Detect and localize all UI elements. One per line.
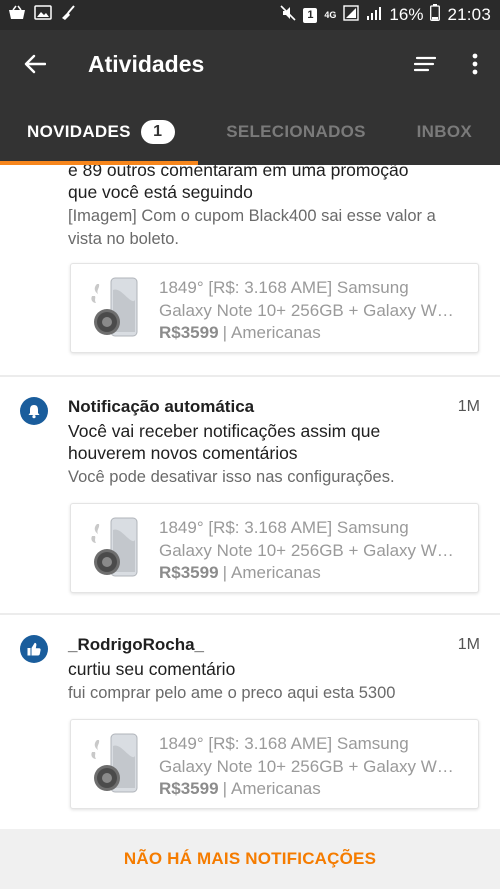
notification-time: 1M: [457, 398, 480, 415]
deal-price-row: R$3599 | Americanas: [159, 323, 321, 343]
message-line: e 89 outros comentaram em uma promoção: [68, 165, 409, 180]
deal-store: Americanas: [230, 563, 321, 582]
deal-price-row: R$3599 | Americanas: [159, 563, 321, 583]
image-notification-icon: [34, 5, 52, 25]
deal-card[interactable]: 1849° [R$: 3.168 AME] Samsung Galaxy Not…: [70, 263, 479, 353]
clock: 21:03: [447, 5, 491, 24]
notification-list[interactable]: e 89 outros comentaram em uma promoção q…: [0, 165, 500, 829]
deal-price: R$3599: [159, 779, 219, 798]
deal-price-row: R$3599 | Americanas: [159, 779, 321, 799]
notification-time: 1M: [457, 636, 480, 653]
page-title: Atividades: [88, 50, 205, 77]
tab-inbox[interactable]: INBOX: [394, 98, 500, 165]
comment-line: Você pode desativar isso nas configuraçõ…: [68, 468, 395, 486]
mute-icon: [280, 4, 296, 26]
basket-icon: [8, 5, 26, 26]
deal-title: 1849° [R$: 3.168 AME] Samsung Galaxy Not…: [159, 276, 471, 322]
notification-message: Você vai receber notificações assim que …: [68, 420, 483, 464]
footer: NÃO HÁ MAIS NOTIFICAÇÕES: [0, 829, 500, 889]
more-vert-icon: [472, 53, 478, 75]
notification-item[interactable]: Notificação automática 1M Você vai receb…: [0, 377, 500, 613]
back-arrow-icon: [24, 54, 46, 74]
deal-title-line: 1849° [R$: 3.168 AME] Samsung: [159, 518, 409, 537]
separator: |: [222, 323, 227, 342]
back-button[interactable]: [0, 30, 70, 98]
tab-bar: NOVIDADES 1 SELECIONADOS INBOX: [0, 98, 500, 165]
more-options-button[interactable]: [450, 30, 500, 98]
deal-store: Americanas: [230, 779, 321, 798]
separator: |: [222, 779, 227, 798]
network-type: 4G: [324, 9, 337, 20]
thumbs-up-icon: [20, 635, 48, 663]
comment-line: [Imagem] Com o cupom Black400 sai esse v…: [68, 207, 436, 225]
notification-comment: Você pode desativar isso nas configuraçõ…: [68, 466, 488, 489]
battery-percent: 16%: [389, 5, 424, 24]
notification-item[interactable]: _RodrigoRocha_ 1M curtiu seu comentário …: [0, 615, 500, 829]
tab-selecionados[interactable]: SELECIONADOS: [198, 98, 394, 165]
filter-button[interactable]: [400, 30, 450, 98]
wifi-icon: [343, 4, 360, 26]
tab-badge: 1: [140, 119, 175, 144]
broom-icon: [60, 4, 76, 26]
status-bar: 1 4G 16% 21:03: [0, 0, 500, 30]
deal-title-line: Galaxy Note 10+ 256GB + Galaxy W…: [159, 301, 454, 320]
message-line: Você vai receber notificações assim que: [68, 421, 381, 441]
no-more-notifications-button[interactable]: NÃO HÁ MAIS NOTIFICAÇÕES: [124, 849, 376, 869]
notification-item[interactable]: e 89 outros comentaram em uma promoção q…: [0, 165, 500, 376]
app-bar: Atividades: [0, 30, 500, 98]
notification-comment: fui comprar pelo ame o preco aqui esta 5…: [68, 682, 488, 705]
product-thumbnail: [87, 276, 143, 340]
tab-label: INBOX: [416, 121, 472, 141]
product-thumbnail: [87, 732, 143, 796]
notification-title: Notificação automática: [68, 397, 255, 416]
tab-label: NOVIDADES: [27, 121, 131, 141]
deal-card[interactable]: 1849° [R$: 3.168 AME] Samsung Galaxy Not…: [70, 503, 479, 593]
comment-line: fui comprar pelo ame o preco aqui esta 5…: [68, 684, 396, 702]
deal-price: R$3599: [159, 323, 219, 342]
notification-message: curtiu seu comentário: [68, 658, 483, 680]
filter-icon: [414, 56, 436, 72]
comment-line: vista no boleto.: [68, 230, 179, 248]
message-line: curtiu seu comentário: [68, 659, 236, 679]
product-thumbnail: [87, 516, 143, 580]
deal-card[interactable]: 1849° [R$: 3.168 AME] Samsung Galaxy Not…: [70, 719, 479, 809]
deal-store: Americanas: [230, 323, 321, 342]
notification-count-icon: 1: [303, 7, 318, 23]
deal-title: 1849° [R$: 3.168 AME] Samsung Galaxy Not…: [159, 732, 471, 778]
notification-title[interactable]: _RodrigoRocha_: [68, 635, 204, 655]
bell-icon: [20, 397, 48, 425]
tab-novidades[interactable]: NOVIDADES 1: [0, 98, 198, 165]
signal-icon: [366, 5, 382, 26]
notification-message: e 89 outros comentaram em uma promoção q…: [68, 165, 483, 203]
deal-title-line: Galaxy Note 10+ 256GB + Galaxy W…: [159, 541, 454, 560]
deal-title-line: 1849° [R$: 3.168 AME] Samsung: [159, 278, 409, 297]
message-line: houverem novos comentários: [68, 443, 298, 463]
deal-title-line: 1849° [R$: 3.168 AME] Samsung: [159, 734, 409, 753]
deal-title: 1849° [R$: 3.168 AME] Samsung Galaxy Not…: [159, 516, 471, 562]
separator: |: [222, 563, 227, 582]
deal-title-line: Galaxy Note 10+ 256GB + Galaxy W…: [159, 757, 454, 776]
message-line: que você está seguindo: [68, 182, 253, 202]
notification-comment: [Imagem] Com o cupom Black400 sai esse v…: [68, 205, 488, 251]
deal-price: R$3599: [159, 563, 219, 582]
tab-label: SELECIONADOS: [226, 121, 366, 141]
battery-icon: [430, 4, 441, 26]
